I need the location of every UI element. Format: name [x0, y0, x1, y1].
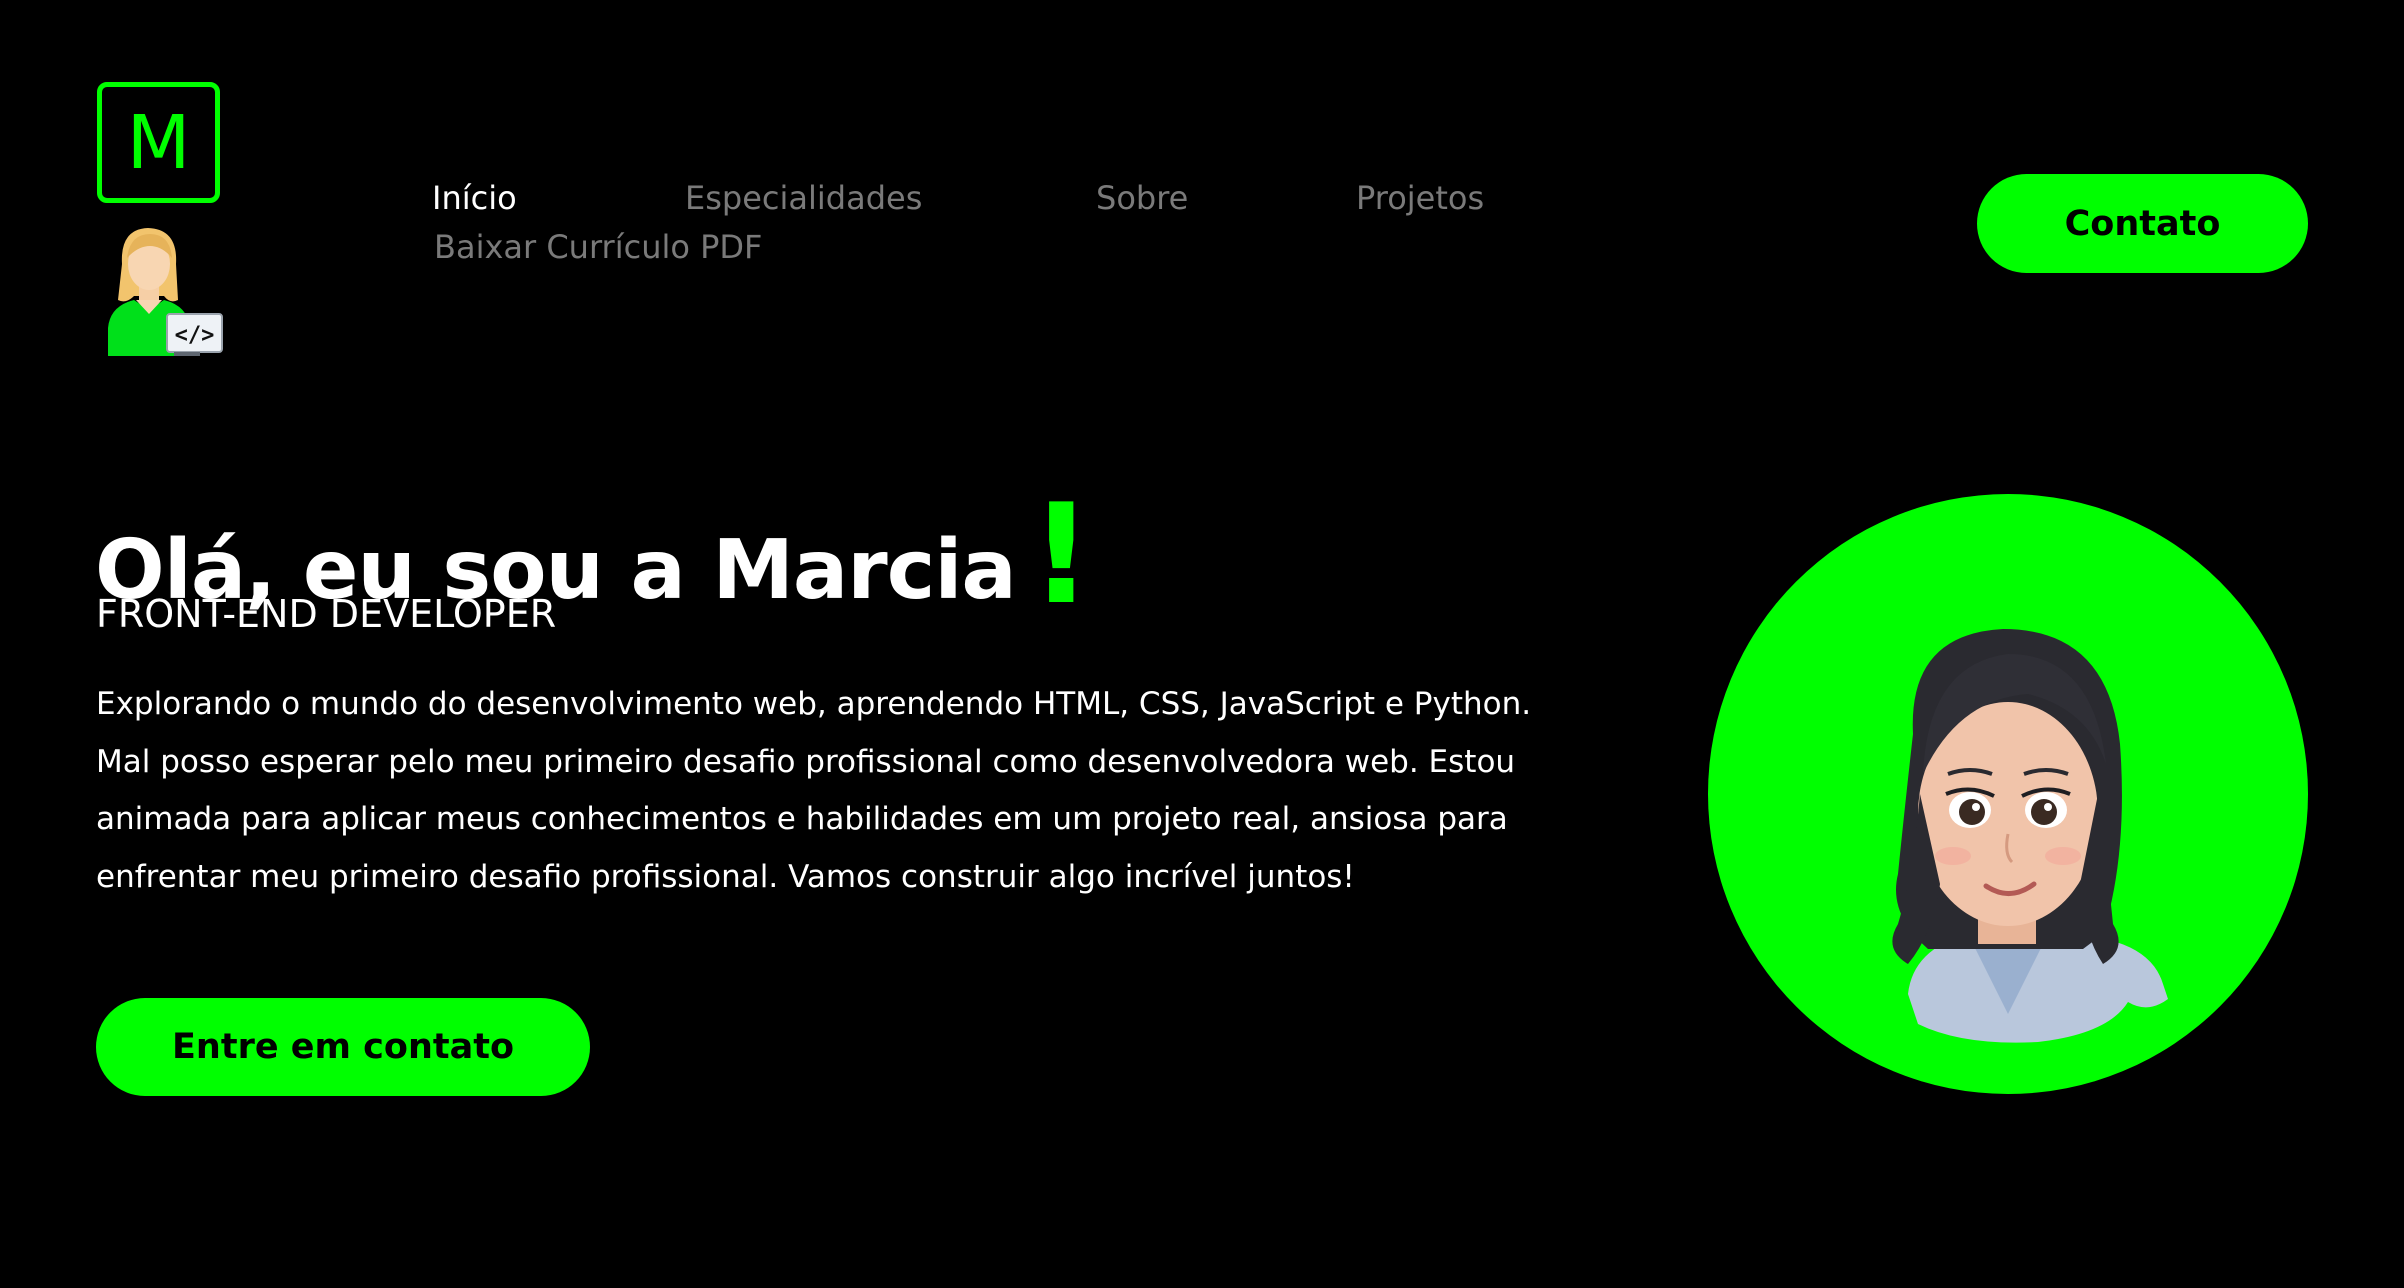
nav-link-projetos[interactable]: Projetos: [1356, 179, 1484, 217]
code-badge-text: </>: [175, 323, 215, 348]
page: M </> Início Especialidades Sobre Projet…: [0, 0, 2404, 1288]
nav-link-baixar-curriculo[interactable]: Baixar Currículo PDF: [434, 228, 762, 266]
nav-link-inicio[interactable]: Início: [432, 179, 517, 217]
portrait-illustration: [1892, 629, 2168, 1043]
contact-button[interactable]: Contato: [1977, 174, 2308, 273]
logo-letter: M: [126, 99, 191, 186]
nav-link-sobre[interactable]: Sobre: [1096, 179, 1188, 217]
m-logo-icon[interactable]: M: [97, 82, 220, 203]
hero-description: Explorando o mundo do desenvolvimento we…: [96, 686, 1532, 895]
get-in-touch-button[interactable]: Entre em contato: [96, 998, 590, 1096]
developer-avatar-icon: </>: [108, 228, 223, 356]
exclamation-mark: !: [1029, 474, 1093, 635]
hero-role: FRONT-END DEVELOPER: [96, 592, 557, 636]
profile-portrait: [1708, 494, 2308, 1094]
nav-link-especialidades[interactable]: Especialidades: [685, 179, 922, 217]
